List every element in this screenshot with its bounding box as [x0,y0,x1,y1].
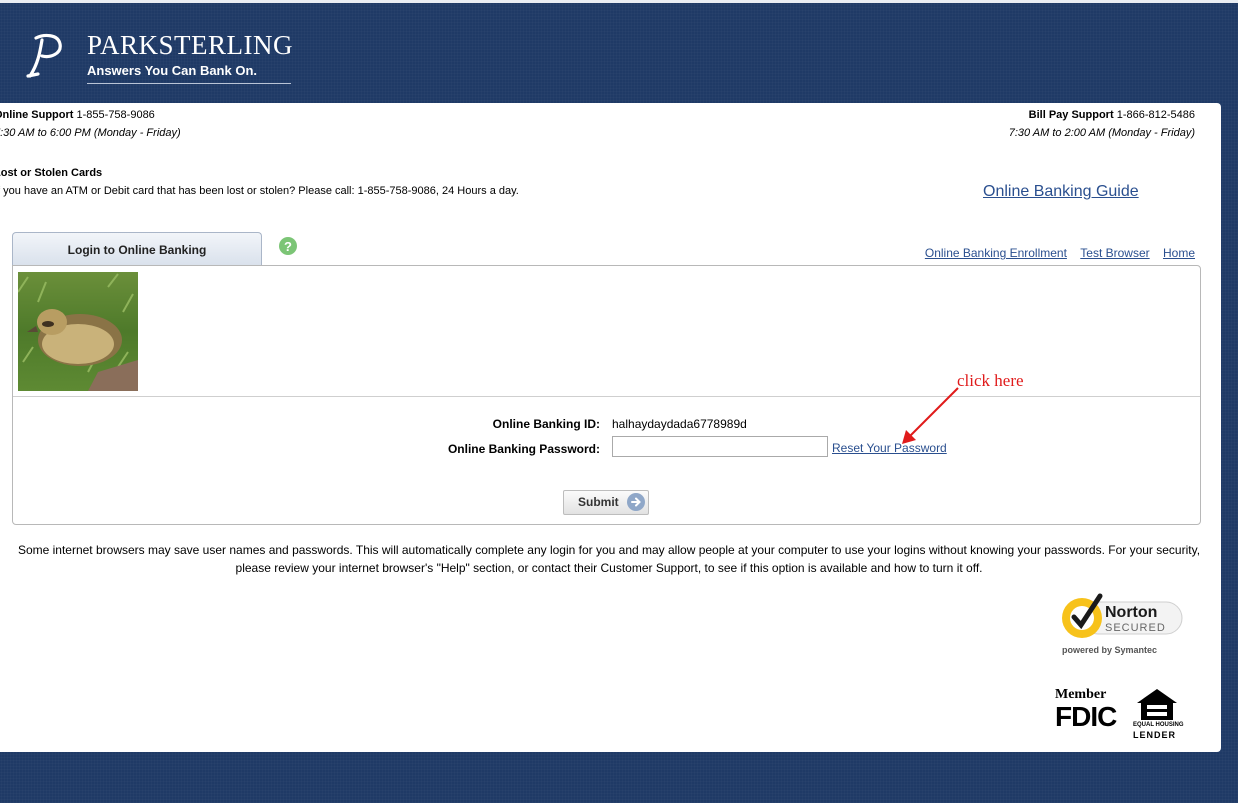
norton-secured: SECURED [1105,622,1166,634]
norton-powered-by: powered by Symantec [1062,645,1158,655]
home-link[interactable]: Home [1163,246,1195,260]
billpay-support: Bill Pay Support 1-866-812-5486 [1029,109,1195,121]
lost-cards-title: Lost or Stolen Cards [0,167,103,179]
help-icon[interactable]: ? [279,237,297,255]
logo-underline [87,83,291,84]
brand-tagline: Answers You Can Bank On. [87,63,258,78]
password-input[interactable] [612,436,828,457]
tab-login[interactable]: Login to Online Banking [12,232,262,266]
norton-secured-badge[interactable]: Norton SECURED powered by Symantec [1062,592,1187,658]
duckling-image-icon [18,272,138,391]
billpay-support-phone: 1-866-812-5486 [1116,109,1195,121]
banking-id-value: halhaydaydada6778989d [612,417,747,431]
login-divider [13,396,1200,397]
login-box: Online Banking ID: halhaydaydada6778989d… [12,265,1201,525]
arrow-right-icon [627,493,645,511]
equal-housing-text: EQUAL HOUSING [1133,722,1184,728]
norton-name: Norton [1105,604,1158,621]
submit-label: Submit [578,495,619,509]
click-here-annotation: click here [957,371,1024,390]
nav-links: Online Banking Enrollment Test Browser H… [925,244,1195,262]
top-border [0,0,1238,3]
enrollment-link[interactable]: Online Banking Enrollment [925,246,1067,260]
online-support-hours: 7:30 AM to 6:00 PM (Monday - Friday) [0,127,181,139]
banking-password-label: Online Banking Password: [447,442,600,456]
lost-cards-text: If you have an ATM or Debit card that ha… [0,185,519,197]
password-notice: Some internet browsers may save user nam… [17,543,1201,575]
main-panel: Online Support 1-855-758-9086 7:30 AM to… [0,103,1221,752]
brand-logo[interactable]: PARKSTERLING Answers You Can Bank On. [22,30,302,90]
online-banking-guide-link[interactable]: Online Banking Guide [983,183,1139,201]
fdic-logo: FDIC [1055,701,1117,732]
banking-id-label: Online Banking ID: [492,417,600,431]
online-support: Online Support 1-855-758-9086 [0,109,155,121]
park-sterling-p-logo-icon [26,33,62,78]
test-browser-link[interactable]: Test Browser [1080,246,1149,260]
billpay-support-hours: 7:30 AM to 2:00 AM (Monday - Friday) [1008,127,1195,139]
online-support-label: Online Support [0,109,74,121]
billpay-support-label: Bill Pay Support [1028,109,1114,121]
fdic-equal-housing-badges: Member FDIC EQUAL HOUSING LENDER [1055,687,1185,743]
brand-name: PARKSTERLING [87,30,294,60]
lender-text: LENDER [1133,730,1177,740]
online-support-phone: 1-855-758-9086 [76,109,155,121]
submit-button[interactable]: Submit [563,490,649,515]
equal-housing-icon [1137,689,1177,720]
security-image-duckling [18,272,138,391]
annotation-arrow-icon [902,387,959,444]
